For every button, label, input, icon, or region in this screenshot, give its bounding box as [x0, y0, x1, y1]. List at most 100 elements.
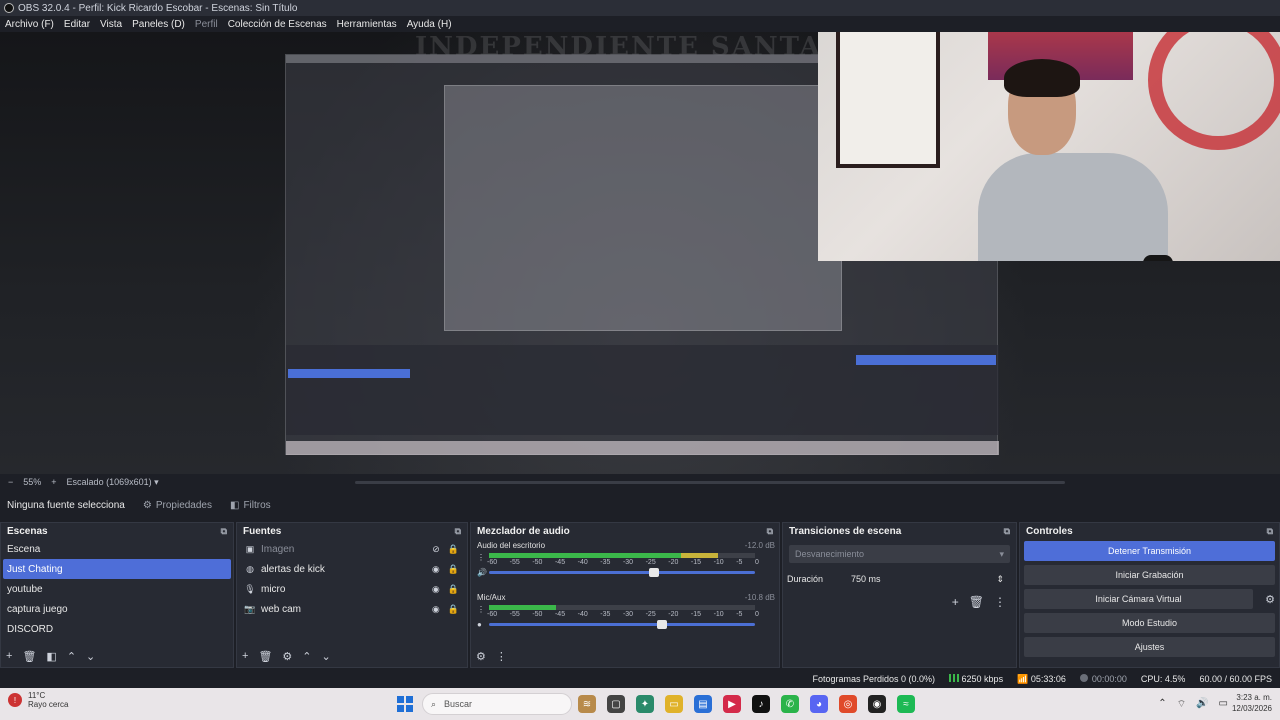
- trash-icon[interactable]: 🗑: [22, 650, 36, 663]
- gear-icon[interactable]: ⚙: [1265, 593, 1275, 606]
- taskbar-search[interactable]: ⌕ Buscar: [422, 693, 572, 715]
- filter-icon[interactable]: ◧: [46, 650, 56, 663]
- move-down-icon[interactable]: ⌄: [322, 650, 331, 663]
- menu-ayuda[interactable]: Ayuda (H): [407, 19, 452, 30]
- menu-coleccion-escenas[interactable]: Colección de Escenas: [228, 19, 327, 30]
- source-item[interactable]: ▣ Imagen ⊘ 🔒: [237, 539, 467, 559]
- lock-icon[interactable]: 🔒: [448, 584, 459, 595]
- gear-icon: ⚙: [142, 499, 152, 511]
- scale-dropdown[interactable]: Escalado (1069x601) ▾: [67, 477, 159, 488]
- menu-paneles[interactable]: Paneles (D): [132, 19, 185, 30]
- stream-time: 📶 05:33:06: [1017, 674, 1066, 685]
- add-icon[interactable]: +: [6, 650, 12, 663]
- volume-slider[interactable]: [489, 620, 755, 629]
- undock-icon[interactable]: ⧉: [767, 526, 773, 537]
- spin-arrows-icon[interactable]: ⇕: [996, 574, 1004, 585]
- undock-icon[interactable]: ⧉: [221, 526, 227, 537]
- volume-knob[interactable]: [648, 568, 659, 577]
- source-item[interactable]: ◍ alertas de kick ◉ 🔒: [237, 559, 467, 579]
- chrome-icon[interactable]: ◎: [839, 695, 857, 713]
- menu-perfil[interactable]: Perfil: [195, 19, 218, 30]
- menu-herramientas[interactable]: Herramientas: [337, 19, 397, 30]
- menu-archivo[interactable]: Archivo (F): [5, 19, 54, 30]
- trash-icon[interactable]: 🗑: [969, 595, 984, 609]
- undock-icon[interactable]: ⧉: [1004, 526, 1010, 537]
- weather-widget[interactable]: ! 11°C Rayo cerca: [8, 691, 68, 709]
- stream-time-value: 05:33:06: [1030, 673, 1066, 684]
- move-down-icon[interactable]: ⌄: [86, 650, 95, 663]
- lock-icon[interactable]: 🔒: [448, 564, 459, 575]
- start-virtual-camera-button[interactable]: Iniciar Cámara Virtual ⚙: [1024, 589, 1275, 609]
- window-title: OBS 32.0.4 - Perfil: Kick Ricardo Escoba…: [18, 2, 298, 14]
- mixer-footer: ⚙ ⋮: [471, 650, 507, 663]
- move-up-icon[interactable]: ⌃: [302, 650, 311, 663]
- battery-icon[interactable]: ▭: [1219, 698, 1228, 711]
- lock-icon[interactable]: 🔒: [448, 604, 459, 615]
- zoom-out-button[interactable]: −: [8, 477, 13, 487]
- store-icon[interactable]: ▤: [694, 695, 712, 713]
- kebab-menu-icon[interactable]: ⋮: [477, 605, 485, 614]
- task-view-icon[interactable]: ▢: [607, 695, 625, 713]
- file-explorer-icon[interactable]: ▭: [665, 695, 683, 713]
- scenes-title: Escenas: [7, 525, 48, 537]
- wifi-icon[interactable]: ⌔: [1177, 698, 1186, 711]
- start-recording-button[interactable]: Iniciar Grabación: [1024, 565, 1275, 585]
- source-item[interactable]: 🎙 micro ◉ 🔒: [237, 579, 467, 599]
- taskbar-clock[interactable]: 3:23 a. m. 12/03/2026: [1232, 692, 1272, 714]
- mic-muted-icon[interactable]: ●: [477, 620, 485, 629]
- mixer-channel-desktop: Audio del escritorio -12.0 dB ⋮ 🔊 -60 -55 -5…: [471, 539, 779, 591]
- filters-button[interactable]: ◧ Filtros: [230, 500, 271, 511]
- scene-item[interactable]: youtube: [1, 579, 233, 599]
- undock-icon[interactable]: ⧉: [1267, 526, 1273, 537]
- eye-hidden-icon[interactable]: ⊘: [432, 544, 440, 555]
- stop-streaming-button[interactable]: Detener Transmisión: [1024, 541, 1275, 561]
- eye-icon[interactable]: ◉: [432, 584, 440, 595]
- move-up-icon[interactable]: ⌃: [67, 650, 76, 663]
- volume-slider[interactable]: [489, 568, 755, 577]
- eye-icon[interactable]: ◉: [432, 604, 440, 615]
- speaker-icon[interactable]: 🔊: [477, 568, 487, 577]
- gear-icon[interactable]: ⚙: [282, 650, 292, 663]
- menu-editar[interactable]: Editar: [64, 19, 90, 30]
- chevron-up-icon[interactable]: ⌃: [1158, 698, 1166, 711]
- scene-item-selected[interactable]: Just Chating: [3, 559, 231, 579]
- red-app-icon[interactable]: ▶: [723, 695, 741, 713]
- start-button[interactable]: [397, 696, 413, 712]
- settings-icon[interactable]: ⚙: [476, 650, 486, 663]
- eye-icon[interactable]: ◉: [432, 564, 440, 575]
- undock-icon[interactable]: ⧉: [455, 526, 461, 537]
- studio-mode-button[interactable]: Modo Estudio: [1024, 613, 1275, 633]
- source-item[interactable]: 📷 web cam ◉ 🔒: [237, 599, 467, 619]
- stream-preview[interactable]: INDEPENDIENTE SANTA FE: [0, 32, 1280, 474]
- trash-icon[interactable]: 🗑: [258, 650, 272, 663]
- discord-icon[interactable]: ◕: [810, 695, 828, 713]
- kebab-menu-icon[interactable]: ⋮: [496, 650, 507, 663]
- duration-spinbox[interactable]: 750 ms ⇕: [845, 571, 1010, 587]
- zoom-in-button[interactable]: +: [51, 477, 56, 487]
- scene-item[interactable]: DISCORD: [1, 619, 233, 639]
- copilot-icon[interactable]: ✦: [636, 695, 654, 713]
- add-icon[interactable]: +: [952, 595, 959, 609]
- add-icon[interactable]: +: [242, 650, 248, 663]
- obs-taskbar-icon[interactable]: ◉: [868, 695, 886, 713]
- volume-knob[interactable]: [656, 620, 667, 629]
- settings-button[interactable]: Ajustes: [1024, 637, 1275, 657]
- spotify-icon[interactable]: ≈: [897, 695, 915, 713]
- menu-vista[interactable]: Vista: [100, 19, 122, 30]
- tiktok-icon[interactable]: ♪: [752, 695, 770, 713]
- tick-label: -50: [532, 559, 543, 566]
- lock-icon[interactable]: 🔒: [448, 544, 459, 555]
- kebab-menu-icon[interactable]: ⋮: [477, 553, 487, 562]
- properties-button[interactable]: ⚙ Propiedades: [143, 500, 212, 511]
- scene-item[interactable]: captura juego: [1, 599, 233, 619]
- whatsapp-icon[interactable]: ✆: [781, 695, 799, 713]
- widgets-icon[interactable]: ≋: [578, 695, 596, 713]
- transition-select[interactable]: Desvanecimiento ▾: [789, 545, 1010, 563]
- kebab-menu-icon[interactable]: ⋮: [994, 595, 1006, 609]
- sources-footer: + 🗑 ⚙ ⌃ ⌄: [237, 650, 331, 663]
- filter-icon: ◧: [230, 499, 240, 511]
- volume-icon[interactable]: 🔊: [1196, 698, 1208, 711]
- scene-item[interactable]: Escena: [1, 539, 233, 559]
- preview-scrollbar[interactable]: [355, 481, 1065, 484]
- zoom-level: 55%: [23, 477, 42, 487]
